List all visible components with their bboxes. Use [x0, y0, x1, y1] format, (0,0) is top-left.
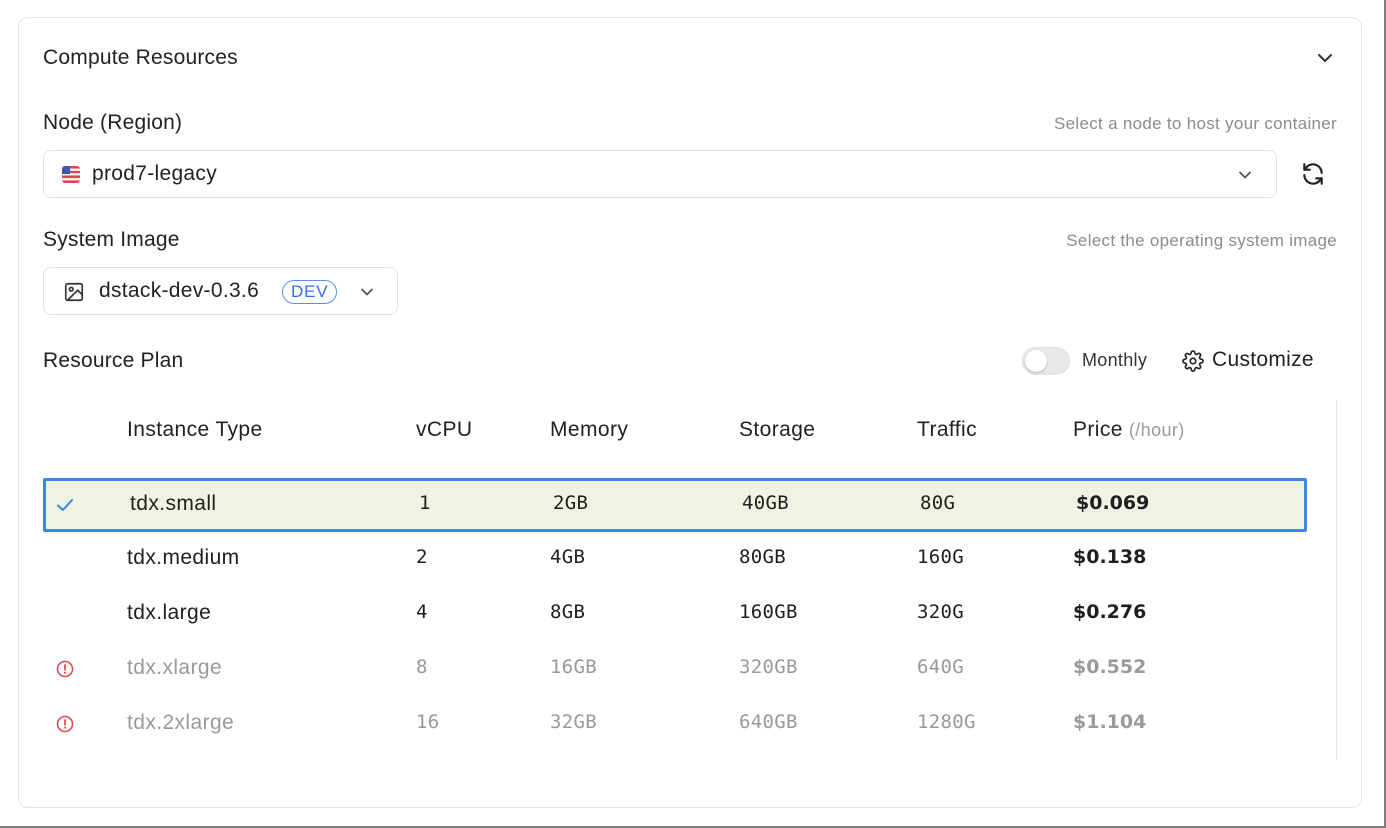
resource-plan-label: Resource Plan — [43, 349, 184, 372]
system-image-label: System Image — [43, 228, 180, 251]
alert-circle-icon — [56, 715, 74, 733]
system-image-hint: Select the operating system image — [1066, 231, 1337, 250]
instance-type-cell: tdx.xlarge — [127, 656, 223, 679]
monthly-toggle-label: Monthly — [1082, 350, 1148, 370]
price-cell: $0.138 — [1073, 546, 1147, 568]
storage-cell: 320GB — [739, 656, 798, 678]
dev-badge: DEV — [282, 280, 338, 304]
traffic-cell: 320G — [917, 601, 964, 623]
price-cell: $0.552 — [1073, 656, 1147, 678]
us-flag-icon — [62, 166, 80, 183]
memory-cell: 8GB — [550, 601, 586, 623]
price-cell: $0.276 — [1073, 601, 1147, 623]
memory-cell: 4GB — [550, 546, 586, 568]
header-price-label: Price — [1073, 418, 1123, 441]
node-select-value: prod7-legacy — [92, 162, 218, 185]
header-instance-type: Instance Type — [127, 418, 263, 441]
price-cell: $0.069 — [1076, 492, 1150, 514]
chevron-down-icon — [1239, 171, 1251, 179]
table-row: tdx.4xlarge3264GB1.25TB2560G$2.208 — [43, 752, 1307, 760]
vcpu-cell: 16 — [416, 711, 440, 733]
header-vcpu: vCPU — [416, 418, 473, 441]
memory-cell: 2GB — [553, 492, 589, 514]
table-scrollbar-track[interactable] — [1333, 400, 1336, 760]
node-region-label: Node (Region) — [43, 111, 183, 134]
storage-cell: 40GB — [742, 492, 789, 514]
chevron-down-icon[interactable] — [1315, 48, 1335, 68]
memory-cell: 16GB — [550, 656, 597, 678]
toggle-knob — [1025, 350, 1047, 372]
alert-circle-icon — [56, 660, 74, 678]
system-image-value: dstack-dev-0.3.6 — [99, 279, 260, 302]
vcpu-cell: 2 — [416, 546, 428, 568]
header-storage: Storage — [739, 418, 816, 441]
storage-cell: 80GB — [739, 546, 786, 568]
node-select[interactable]: prod7-legacy — [43, 150, 1277, 198]
traffic-cell: 1280G — [917, 711, 976, 733]
traffic-cell: 80G — [920, 492, 956, 514]
card-title: Compute Resources — [43, 46, 238, 69]
vcpu-cell: 8 — [416, 656, 428, 678]
table-row[interactable]: tdx.small 1 2GB 40GB 80G $0.069 — [43, 478, 1307, 532]
instance-type-cell: tdx.large — [127, 601, 212, 624]
price-cell: $1.104 — [1073, 711, 1147, 733]
gear-icon — [1182, 350, 1204, 372]
traffic-cell: 640G — [917, 656, 964, 678]
table-row[interactable]: tdx.large 4 8GB 160GB 320G $0.276 — [43, 587, 1307, 641]
image-icon — [64, 282, 84, 302]
customize-label: Customize — [1212, 348, 1314, 371]
header-price-unit: (/hour) — [1128, 420, 1185, 440]
header-price: Price (/hour) — [1073, 418, 1185, 442]
compute-resources-card: Compute Resources Node (Region) Select a… — [18, 17, 1362, 808]
resource-plan-table: Instance Type vCPU Memory Storage Traffi… — [43, 400, 1337, 760]
table-row: tdx.xlarge 8 16GB 320GB 640G $0.552 — [43, 642, 1307, 696]
instance-type-cell: tdx.medium — [127, 546, 240, 569]
header-traffic: Traffic — [917, 418, 977, 441]
refresh-icon[interactable] — [1300, 161, 1326, 187]
table-row: tdx.2xlarge 16 32GB 640GB 1280G $1.104 — [43, 697, 1307, 751]
check-icon — [57, 499, 73, 511]
table-header: Instance Type vCPU Memory Storage Traffi… — [43, 400, 1307, 460]
instance-type-cell: tdx.small — [130, 492, 217, 515]
system-image-select[interactable]: dstack-dev-0.3.6 DEV — [43, 267, 398, 315]
storage-cell: 160GB — [739, 601, 798, 623]
monthly-billing-toggle[interactable] — [1022, 347, 1070, 375]
node-region-hint: Select a node to host your container — [1054, 114, 1337, 133]
header-memory: Memory — [550, 418, 629, 441]
chevron-down-icon — [361, 288, 373, 296]
memory-cell: 32GB — [550, 711, 597, 733]
vcpu-cell: 1 — [419, 492, 431, 514]
storage-cell: 640GB — [739, 711, 798, 733]
instance-type-cell: tdx.2xlarge — [127, 711, 235, 734]
table-row[interactable]: tdx.medium 2 4GB 80GB 160G $0.138 — [43, 532, 1307, 586]
vcpu-cell: 4 — [416, 601, 428, 623]
traffic-cell: 160G — [917, 546, 964, 568]
